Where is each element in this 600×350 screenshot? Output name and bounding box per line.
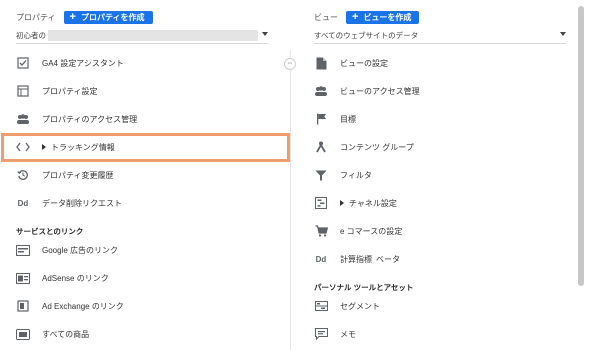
property-settings-icon <box>16 84 30 98</box>
menu-item-content-groups[interactable]: コンテンツ グループ <box>314 137 578 157</box>
menu-item-calculated-metrics[interactable]: Dd 計算指標 ベータ <box>314 249 578 269</box>
property-select-underline <box>16 43 268 44</box>
menu-item-view-settings[interactable]: ビューの設定 <box>314 53 578 73</box>
menu-item-label: プロパティ設定 <box>42 86 98 96</box>
adsense-icon <box>16 271 30 285</box>
menu-item-label: GA4 設定アシスタント <box>42 58 124 68</box>
menu-item-label: すべての商品 <box>42 329 90 339</box>
menu-item-data-deletion[interactable]: Dd データ削除リクエスト <box>16 193 280 213</box>
create-view-button[interactable]: + ビューを作成 <box>346 10 420 24</box>
menu-item-goals[interactable]: 目標 <box>314 109 578 129</box>
filter-icon <box>314 168 328 182</box>
menu-item-label: チャネル設定 <box>349 198 397 208</box>
menu-item-adsense-link[interactable]: AdSense のリンク <box>16 268 280 288</box>
property-column: プロパティ + プロパティを作成 初心者の GA4 設定アシスタント プロパティ… <box>0 0 286 350</box>
view-select-underline <box>314 43 566 44</box>
create-property-button[interactable]: + プロパティを作成 <box>63 10 153 24</box>
people-icon <box>314 84 328 98</box>
menu-item-google-ads-link[interactable]: Google 広告のリンク <box>16 240 280 260</box>
all-products-icon <box>16 327 30 341</box>
property-select-value: 初心者の <box>16 31 46 40</box>
menu-item-label: 計算指標 <box>340 254 372 264</box>
menu-item-property-settings[interactable]: プロパティ設定 <box>16 81 280 101</box>
menu-item-label: メモ <box>340 329 356 339</box>
menu-item-label: Ad Exchange のリンク <box>42 301 124 311</box>
menu-item-label: プロパティ変更履歴 <box>42 170 114 180</box>
memo-icon <box>314 327 328 341</box>
menu-item-label: e コマースの設定 <box>340 226 403 236</box>
cart-icon <box>314 224 328 238</box>
menu-item-view-access[interactable]: ビューのアクセス管理 <box>314 81 578 101</box>
menu-item-ecommerce-settings[interactable]: e コマースの設定 <box>314 221 578 241</box>
beta-badge: ベータ <box>376 254 400 264</box>
adexchange-icon <box>16 299 30 313</box>
view-header: ビュー + ビューを作成 <box>314 10 420 24</box>
history-icon <box>16 168 30 182</box>
menu-item-label: AdSense のリンク <box>42 273 109 283</box>
section-heading-personal-tools: パーソナル ツールとアセット <box>314 283 414 292</box>
menu-item-property-access[interactable]: プロパティのアクセス管理 <box>16 109 280 129</box>
scrollbar[interactable] <box>578 6 584 286</box>
view-select[interactable]: すべてのウェブサイトのデータ <box>314 29 566 42</box>
dd-icon: Dd <box>315 254 327 264</box>
menu-item-label: データ削除リクエスト <box>42 198 122 208</box>
create-view-label: ビューを作成 <box>363 12 412 22</box>
create-property-label: プロパティを作成 <box>80 12 145 22</box>
menu-item-property-history[interactable]: プロパティ変更履歴 <box>16 165 280 185</box>
expand-arrow-icon <box>340 200 344 206</box>
view-select-value: すべてのウェブサイトのデータ <box>314 31 419 40</box>
ads-icon <box>16 243 30 257</box>
content-group-icon <box>314 140 328 154</box>
column-divider <box>290 50 291 350</box>
menu-item-filters[interactable]: フィルタ <box>314 165 578 185</box>
document-icon <box>314 56 328 70</box>
plus-icon: + <box>69 11 76 23</box>
menu-item-label: プロパティのアクセス管理 <box>42 114 138 124</box>
menu-item-segments[interactable]: セグメント <box>314 296 578 316</box>
menu-item-label: ビューのアクセス管理 <box>340 86 420 96</box>
section-heading-services: サービスとのリンク <box>16 227 84 236</box>
plus-icon: + <box>352 11 359 23</box>
menu-item-memo[interactable]: メモ <box>314 324 578 344</box>
menu-item-channel-settings[interactable]: チャネル設定 <box>314 193 578 213</box>
redacted-property-name <box>48 30 258 41</box>
flag-icon <box>314 112 328 126</box>
highlight-box <box>1 133 290 162</box>
menu-item-label: ビューの設定 <box>340 58 388 68</box>
menu-item-label: セグメント <box>340 301 380 311</box>
menu-item-label: フィルタ <box>340 170 372 180</box>
dropdown-arrow-icon <box>560 32 566 36</box>
collapse-arrows-icon[interactable]: ⇔ <box>284 58 296 70</box>
menu-item-label: 目標 <box>340 114 356 124</box>
channel-icon <box>314 196 328 210</box>
segment-icon <box>314 299 328 313</box>
checklist-icon <box>16 56 30 70</box>
menu-item-label: Google 広告のリンク <box>42 245 119 255</box>
menu-item-ga4-setup[interactable]: GA4 設定アシスタント <box>16 53 280 73</box>
dd-icon: Dd <box>17 198 29 208</box>
property-header-label: プロパティ <box>16 12 56 22</box>
menu-item-label: コンテンツ グループ <box>340 142 414 152</box>
view-header-label: ビュー <box>314 12 338 22</box>
view-column: ビュー + ビューを作成 すべてのウェブサイトのデータ ビューの設定 ビューのア… <box>298 0 584 350</box>
property-select[interactable]: 初心者の <box>16 29 268 42</box>
people-icon <box>16 112 30 126</box>
property-header: プロパティ + プロパティを作成 <box>16 10 153 24</box>
dropdown-arrow-icon <box>262 32 268 36</box>
menu-item-adexchange-link[interactable]: Ad Exchange のリンク <box>16 296 280 316</box>
menu-item-all-products[interactable]: すべての商品 <box>16 324 280 344</box>
